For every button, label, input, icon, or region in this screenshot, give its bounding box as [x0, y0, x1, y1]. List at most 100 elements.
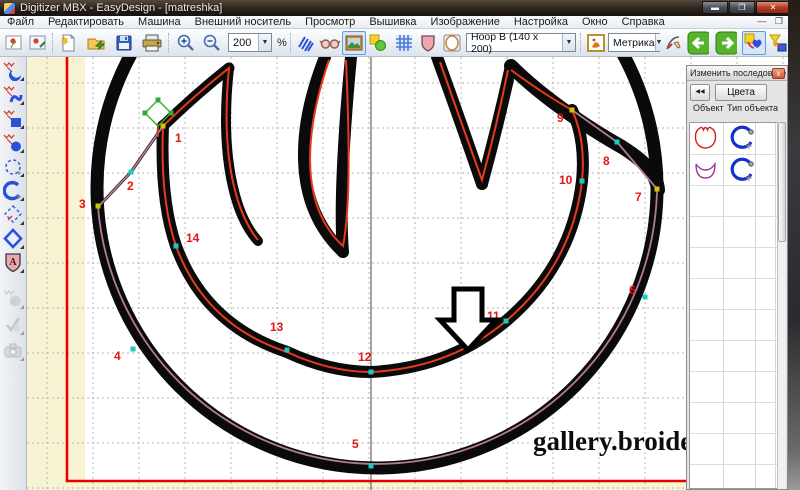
anchor-point-8[interactable] — [615, 140, 620, 145]
anchor-point-13[interactable] — [285, 348, 290, 353]
anchor-point-5[interactable] — [369, 464, 374, 469]
point-number-label: 9 — [557, 111, 564, 125]
application-window: Digitizer MBX - EasyDesign - [matreshka]… — [0, 0, 800, 490]
sequence-rewind-button[interactable]: ◀◀ — [690, 84, 710, 101]
desktop-background-strip — [788, 0, 800, 490]
app-icon — [4, 3, 15, 14]
menu-file[interactable]: Файл — [7, 16, 34, 28]
menu-settings[interactable]: Настройка — [514, 16, 568, 28]
anchor-point-10[interactable] — [580, 179, 585, 184]
point-number-label: 12 — [358, 350, 372, 364]
panel-title-bar[interactable]: Изменить последовате... x — [687, 66, 787, 81]
digitize-circle-button[interactable] — [1, 131, 25, 154]
sequence-editor-button[interactable] — [742, 31, 766, 55]
sequence-row-2[interactable] — [690, 155, 778, 187]
svg-text:A: A — [9, 257, 17, 268]
lettering-button[interactable]: A — [1, 251, 25, 274]
design-properties-button[interactable] — [584, 31, 608, 55]
hoop-select-combo[interactable]: Hoop B (140 x 200) ▼ — [466, 33, 576, 52]
menu-edit[interactable]: Редактировать — [48, 16, 124, 28]
stitch-hatch-icon — [296, 33, 316, 53]
combo-dropdown-icon[interactable]: ▼ — [258, 34, 271, 51]
print-button[interactable] — [140, 31, 164, 55]
zoom-in-icon — [176, 33, 196, 53]
anchor-point-2[interactable] — [129, 170, 134, 175]
hoop-shield-icon — [418, 33, 438, 53]
design-canvas[interactable]: 1234567891011121314 gallery.broidery.ru — [27, 57, 800, 490]
digitize-open-curve-button[interactable] — [1, 83, 25, 106]
main-toolbar: 200 ▼ % Hoop B (140 x 200) ▼ Метрика ▼ — [0, 29, 792, 57]
point-number-label: 1 — [175, 131, 182, 145]
new-design-button[interactable] — [56, 31, 80, 55]
close-button[interactable]: ✕ — [756, 1, 790, 14]
arrow-left-icon — [687, 31, 709, 55]
menu-window[interactable]: Окно — [582, 16, 608, 28]
anchor-point-14[interactable] — [174, 244, 179, 249]
title-bar[interactable]: Digitizer MBX - EasyDesign - [matreshka]… — [0, 0, 800, 16]
anchor-point-11[interactable] — [504, 319, 509, 324]
anchor-point-4[interactable] — [131, 347, 136, 352]
point-number-label: 6 — [629, 283, 636, 297]
sequence-heart-icon — [744, 33, 764, 53]
anchor-point-1[interactable] — [161, 124, 166, 129]
show-picture-button[interactable] — [342, 31, 366, 55]
panel-close-button[interactable]: x — [772, 68, 785, 79]
reshape-tool-button[interactable] — [664, 31, 684, 55]
zoom-level-combo[interactable]: 200 ▼ — [228, 33, 272, 52]
menu-embroidery[interactable]: Вышивка — [369, 16, 416, 28]
new-document-icon — [58, 33, 78, 53]
zoom-in-button[interactable] — [174, 31, 198, 55]
picture-flower-icon — [4, 33, 24, 53]
thread-colors-button[interactable] — [766, 31, 790, 55]
touch-up-picture-button[interactable] — [26, 31, 50, 55]
column-header-type: Тип объекта — [727, 103, 778, 119]
scrollbar-thumb[interactable] — [778, 122, 786, 242]
outline-runstitch-button[interactable] — [1, 155, 25, 178]
point-number-label: 14 — [186, 231, 200, 245]
menu-external-media[interactable]: Внешний носитель — [195, 16, 291, 28]
menu-view[interactable]: Просмотр — [305, 16, 355, 28]
save-design-button[interactable] — [112, 31, 136, 55]
anchor-point-12[interactable] — [369, 370, 374, 375]
menu-machine[interactable]: Машина — [138, 16, 181, 28]
show-hoop-button[interactable] — [416, 31, 440, 55]
column-header-object: Объект — [693, 103, 727, 119]
closed-runstitch-button[interactable] — [1, 203, 25, 226]
menu-bar: Файл Редактировать Машина Внешний носите… — [0, 16, 792, 29]
zoom-out-button[interactable] — [200, 31, 224, 55]
combo-dropdown-icon[interactable]: ▼ — [562, 34, 575, 51]
colors-button[interactable]: Цвета — [715, 84, 767, 101]
anchor-point-6[interactable] — [643, 295, 648, 300]
sequence-column-headers: Объект Тип объекта — [687, 103, 787, 119]
sequence-row-1[interactable] — [690, 123, 778, 155]
minimize-button[interactable]: ▬ — [702, 1, 728, 14]
units-combo[interactable]: Метрика ▼ — [608, 33, 660, 52]
open-design-button[interactable] — [84, 31, 108, 55]
outline-satin-button[interactable] — [1, 179, 25, 202]
true-view-button[interactable] — [318, 31, 342, 55]
hoop-layout-button[interactable] — [440, 31, 464, 55]
menu-image[interactable]: Изображение — [431, 16, 500, 28]
digitize-closed-curve-button[interactable] — [1, 59, 25, 82]
combo-dropdown-icon[interactable]: ▼ — [655, 34, 663, 51]
mdi-window-controls[interactable]: — ❐ — [757, 16, 786, 27]
show-grid-button[interactable] — [392, 31, 416, 55]
sequence-list[interactable] — [689, 122, 778, 489]
digitize-square-button[interactable] — [1, 107, 25, 130]
shapes-icon — [368, 33, 388, 53]
previous-object-button[interactable] — [686, 31, 710, 55]
hoop-frame-icon — [442, 33, 462, 53]
resequence-panel: Изменить последовате... x ◀◀ Цвета Объек… — [686, 65, 788, 490]
anchor-point-9[interactable] — [570, 108, 575, 113]
anchor-point-3[interactable] — [96, 204, 101, 209]
closed-satin-button[interactable] — [1, 227, 25, 250]
maximize-button[interactable]: ❐ — [729, 1, 755, 14]
picture-frame-icon — [344, 33, 364, 53]
menu-help[interactable]: Справка — [622, 16, 665, 28]
next-object-button[interactable] — [714, 31, 738, 55]
show-vectors-button[interactable] — [366, 31, 390, 55]
insert-picture-button[interactable] — [2, 31, 26, 55]
anchor-point-7[interactable] — [655, 187, 660, 192]
show-stitches-button[interactable] — [294, 31, 318, 55]
panel-scrollbar[interactable] — [777, 122, 786, 489]
